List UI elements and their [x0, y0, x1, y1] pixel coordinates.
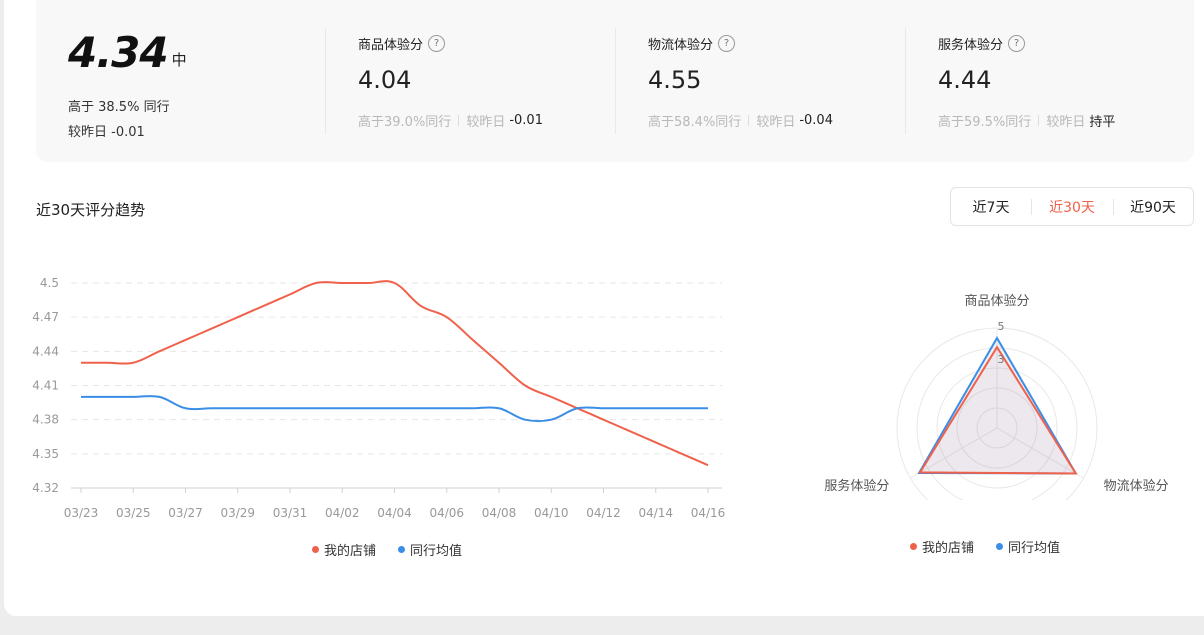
series-line-peer-avg [81, 394, 708, 423]
legend-dot [312, 546, 319, 553]
radar-area-my-shop [918, 345, 1078, 475]
x-tick-label: 03/31 [273, 506, 308, 520]
metric-vs-label: 较昨日 [756, 115, 796, 130]
legend-label: 同行均值 [410, 544, 463, 559]
x-tick-label: 03/27 [168, 506, 203, 520]
legend-item-peer-avg[interactable]: 同行均值 [996, 537, 1060, 556]
divider [458, 115, 460, 126]
radar-axis-label: 物流体验分 [1104, 478, 1169, 494]
y-tick-label: 4.41 [32, 379, 59, 393]
range-option-30d[interactable]: 近30天 [1032, 197, 1113, 217]
metric-vs-value: -0.01 [509, 113, 543, 128]
y-tick-label: 4.32 [32, 481, 59, 495]
range-option-7d[interactable]: 近7天 [951, 197, 1031, 217]
metric-title: 商品体验分 [358, 38, 424, 53]
x-tick-label: 04/10 [534, 506, 569, 520]
legend-dot [910, 543, 917, 550]
overall-vs-yesterday: 较昨日 -0.01 [68, 121, 268, 140]
x-tick-label: 03/23 [64, 506, 99, 520]
overall-score: 4.34 [68, 28, 169, 77]
series-line-my-shop [80, 280, 709, 467]
metric-vs-label: 较昨日 [1046, 115, 1086, 130]
metric-logistics: 物流体验分 ? 4.55 高于58.4%同行 较昨日 -0.04 [648, 34, 908, 130]
date-range-selector: 近7天 近30天 近90天 [950, 187, 1194, 226]
overall-peer-compare: 高于 38.5% 同行 [68, 100, 170, 115]
trend-line-chart: 4.32 4.35 4.38 4.41 4.44 4.47 4.5 03/23 03/25 03/… [32, 276, 726, 520]
overall-vs-yesterday-value: -0.01 [111, 125, 145, 140]
radar-legend: 我的店铺 同行均值 [910, 537, 1082, 556]
radar-axis-label: 商品体验分 [964, 293, 1029, 309]
metric-peer-compare: 高于59.5%同行 [938, 115, 1032, 130]
metric-value: 4.55 [648, 66, 702, 94]
trend-legend: 我的店铺 同行均值 [312, 540, 484, 559]
legend-item-my-shop[interactable]: 我的店铺 [910, 537, 974, 556]
metric-value: 4.44 [938, 66, 992, 94]
score-radar-chart: 5 3 商品体验分物流体验分 服务体验分 [824, 293, 1169, 500]
x-tick-label: 04/04 [377, 506, 412, 520]
divider [325, 28, 326, 134]
legend-dot [996, 543, 1004, 550]
legend-dot [398, 546, 406, 553]
metric-vs-value: -0.04 [799, 113, 833, 128]
x-tick-label: 04/08 [482, 506, 517, 520]
y-tick-label: 4.47 [32, 310, 59, 324]
legend-label: 我的店铺 [922, 541, 975, 556]
metric-value: 4.04 [358, 66, 412, 94]
x-tick-label: 04/16 [691, 506, 726, 520]
overall-level: 中 [171, 51, 187, 69]
x-tick-label: 03/25 [116, 506, 151, 520]
legend-item-peer-avg[interactable]: 同行均值 [398, 540, 462, 559]
metric-vs-value: 持平 [1089, 115, 1116, 130]
help-icon[interactable]: ? [428, 35, 446, 52]
x-tick-label: 04/14 [638, 506, 673, 520]
help-icon[interactable]: ? [718, 35, 736, 52]
metric-title: 服务体验分 [938, 38, 1004, 53]
legend-item-my-shop[interactable]: 我的店铺 [312, 540, 376, 559]
metric-peer-compare: 高于58.4%同行 [648, 115, 742, 130]
metric-service: 服务体验分 ? 4.44 高于59.5%同行 较昨日 持平 [938, 34, 1198, 130]
divider [748, 115, 750, 126]
legend-label: 我的店铺 [324, 544, 377, 559]
x-tick-label: 04/12 [586, 506, 621, 520]
x-tick-label: 04/06 [429, 506, 464, 520]
y-tick-label: 4.38 [32, 413, 59, 427]
divider [1038, 115, 1040, 126]
x-tick-label: 03/29 [220, 506, 255, 520]
help-icon[interactable]: ? [1008, 35, 1026, 52]
metric-vs-label: 较昨日 [466, 115, 506, 130]
radial-tick-label: 5 [998, 320, 1005, 333]
radial-tick-label: 3 [998, 353, 1005, 366]
metric-title: 物流体验分 [648, 38, 714, 53]
y-tick-label: 4.5 [40, 276, 59, 290]
overall-vs-yesterday-label: 较昨日 [68, 125, 108, 140]
metric-peer-compare: 高于39.0%同行 [358, 115, 452, 130]
y-tick-label: 4.35 [32, 447, 59, 461]
metric-product: 商品体验分 ? 4.04 高于39.0%同行 较昨日 -0.01 [358, 34, 618, 130]
overall-score-block: 4.34 中 高于 38.5% 同行 较昨日 -0.01 [68, 28, 187, 140]
legend-label: 同行均值 [1008, 541, 1061, 556]
radar-axis-label: 服务体验分 [824, 478, 889, 494]
y-tick-label: 4.44 [32, 344, 59, 358]
x-tick-label: 04/02 [325, 506, 360, 520]
range-option-90d[interactable]: 近90天 [1113, 197, 1193, 217]
trend-title: 近30天评分趋势 [36, 201, 146, 219]
score-summary-panel: 4.34 中 高于 38.5% 同行 较昨日 -0.01 商品体验分 ? 4.04… [36, 0, 1194, 162]
